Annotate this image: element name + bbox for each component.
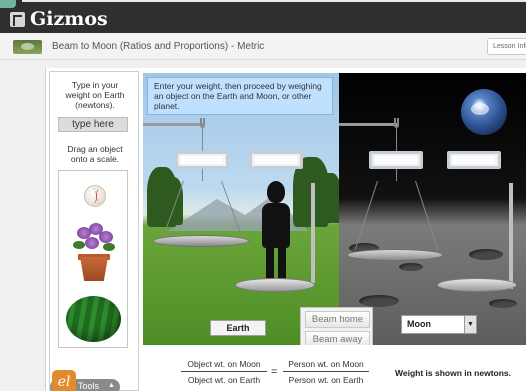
earth-weight-input[interactable]: type here [58, 117, 128, 132]
chevron-down-icon[interactable]: ▼ [464, 316, 476, 333]
scale-rope [396, 128, 397, 152]
crater [469, 249, 503, 260]
person-body [262, 203, 290, 248]
person-ratio-denominator: Person wt. on Earth [288, 375, 364, 385]
pan-chain [354, 180, 378, 250]
earth-person-readout [249, 151, 303, 169]
brand-name: Gizmos [30, 8, 108, 30]
object-ratio-denominator: Object wt. on Earth [187, 375, 261, 385]
left-panel: Type in your weight on Earth (newtons). … [49, 71, 139, 391]
moon-scene: Moon ▼ [339, 73, 526, 345]
earth-instruction: Enter your weight, then proceed by weigh… [147, 77, 333, 115]
beam-home-button[interactable]: Beam home [305, 311, 370, 328]
platform-scale[interactable] [235, 278, 315, 292]
ratio-formula: Object wt. on Moon Object wt. on Earth =… [143, 345, 526, 391]
tools-button[interactable]: el Tools ▲ [50, 370, 120, 391]
person-ratio: Person wt. on Moon Person wt. on Earth [283, 359, 369, 385]
crater [489, 299, 517, 308]
flower-icon [85, 237, 99, 249]
potted-plant-object[interactable] [69, 223, 119, 281]
hook-icon [200, 118, 205, 128]
explorelearning-logo-icon: el [52, 370, 76, 391]
person-silhouette [259, 181, 293, 291]
scale-rope [396, 169, 397, 181]
person-head [267, 181, 285, 203]
object-tray [58, 170, 128, 348]
planet-select-value: Moon [407, 319, 431, 329]
moon-person-readout [447, 151, 501, 169]
drag-instruction: Drag an object onto a scale. [67, 144, 123, 164]
scale-beam [339, 123, 397, 126]
watermelon-object[interactable] [66, 296, 121, 342]
crater [399, 263, 423, 271]
tree-icon [161, 177, 183, 225]
platform-scale-post [311, 183, 315, 283]
scale-rope [202, 128, 203, 152]
crater [359, 295, 399, 307]
flower-pot [80, 257, 108, 281]
triangle-up-icon: ▲ [108, 382, 115, 389]
earth-object-readout [175, 151, 229, 169]
equals-sign: = [271, 366, 278, 378]
object-ratio: Object wt. on Moon Object wt. on Earth [181, 359, 267, 385]
earth-globe-icon [461, 89, 507, 135]
platform-scale-post [509, 183, 513, 289]
weight-instruction: Type in your weight on Earth (newtons). [65, 80, 125, 110]
beam-controls: Beam home Beam away [300, 307, 373, 350]
top-bar: Gizmos [0, 0, 526, 33]
tree-icon [319, 173, 339, 223]
brand-logo[interactable]: Gizmos [10, 8, 108, 30]
moon-platform-scale[interactable] [437, 278, 517, 292]
planet-select[interactable]: Moon ▼ [401, 315, 477, 334]
earth-scene: Enter your weight, then proceed by weigh… [143, 73, 339, 345]
pan-chain [415, 180, 439, 250]
scale-rope [202, 169, 203, 181]
gizmo-title: Beam to Moon (Ratios and Proportions) - … [52, 41, 265, 52]
units-note: Weight is shown in newtons. [395, 368, 512, 378]
corner-tab[interactable] [0, 0, 16, 8]
earth-label: Earth [210, 320, 266, 336]
gizmo-thumbnail [13, 40, 42, 54]
tools-label: Tools [78, 381, 100, 391]
gizmo-title-bar: Beam to Moon (Ratios and Proportions) - … [0, 33, 526, 60]
hook-icon [394, 118, 399, 128]
lesson-info-button[interactable]: Lesson Info [487, 38, 526, 55]
top-divider [22, 0, 526, 2]
leaf-icon [73, 241, 85, 249]
scale-beam [143, 123, 203, 126]
moon-object-readout [369, 151, 423, 169]
gizmos-logo-icon [10, 11, 25, 27]
baseball-object[interactable] [84, 185, 106, 207]
moon-hanging-scale-pan[interactable] [347, 249, 443, 261]
flower-icon [99, 231, 113, 243]
hanging-scale-pan[interactable] [153, 235, 249, 247]
person-ratio-numerator: Person wt. on Moon [283, 359, 369, 372]
object-ratio-numerator: Object wt. on Moon [181, 359, 267, 372]
leaf-icon [103, 243, 115, 251]
